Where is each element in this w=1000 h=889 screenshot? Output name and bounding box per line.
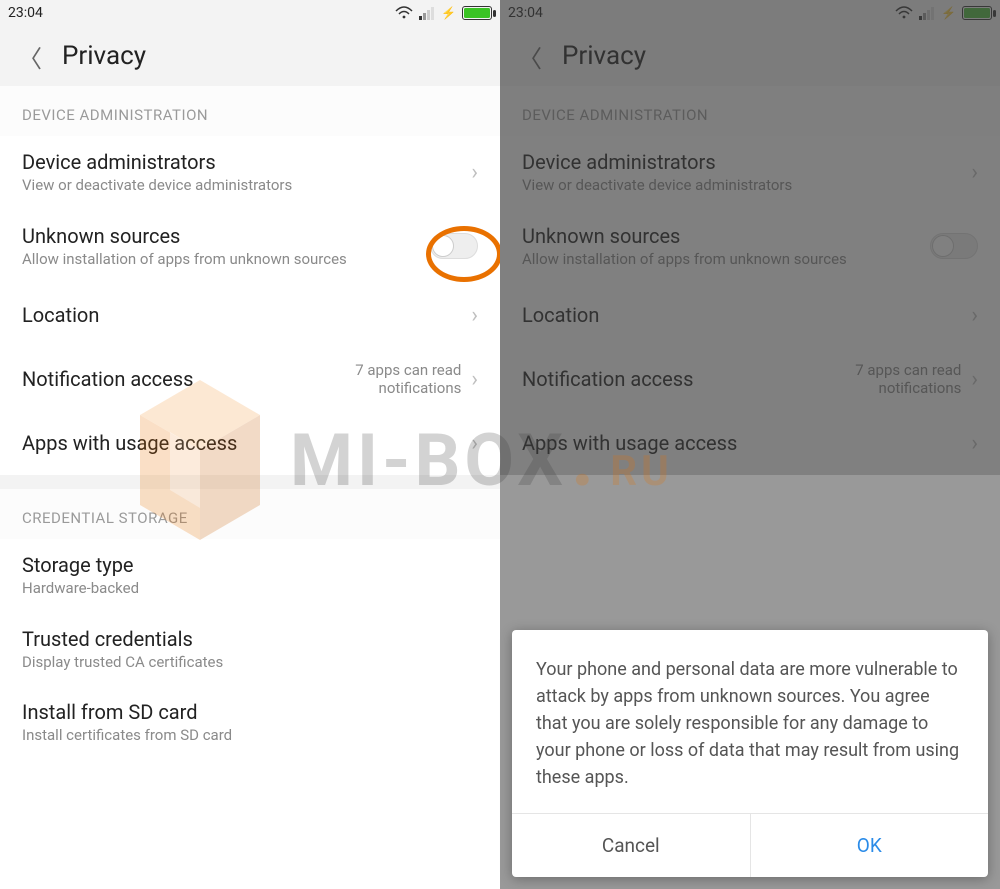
status-icons: ⚡ [395, 6, 492, 20]
unknown-sources-toggle[interactable] [430, 233, 478, 259]
row-subtitle: View or deactivate device administrators [22, 176, 471, 196]
row-title: Notification access [22, 367, 301, 391]
charging-icon: ⚡ [441, 6, 456, 20]
signal-icon [419, 6, 435, 20]
row-unknown-sources[interactable]: Unknown sources Allow installation of ap… [0, 210, 500, 284]
status-bar: 23:04 ⚡ [0, 0, 500, 26]
status-time: 23:04 [8, 5, 43, 21]
chevron-right-icon: › [471, 303, 478, 328]
row-subtitle: Allow installation of apps from unknown … [22, 250, 430, 270]
section-device-admin: DEVICE ADMINISTRATION [0, 86, 500, 136]
row-install-from-sd[interactable]: Install from SD card Install certificate… [0, 686, 500, 760]
row-title: Install from SD card [22, 700, 478, 724]
page-title: Privacy [62, 41, 146, 71]
title-bar: 〈 Privacy [0, 26, 500, 86]
wifi-icon [395, 6, 413, 20]
cancel-button[interactable]: Cancel [512, 814, 751, 877]
row-value: 7 apps can read notifications [301, 361, 461, 397]
back-button[interactable]: 〈 [18, 39, 42, 74]
phone-left: 23:04 ⚡ 〈 Privacy DEVICE ADMINISTRATION … [0, 0, 500, 889]
row-storage-type[interactable]: Storage type Hardware-backed [0, 539, 500, 613]
row-title: Storage type [22, 553, 478, 577]
row-device-administrators[interactable]: Device administrators View or deactivate… [0, 136, 500, 210]
row-trusted-credentials[interactable]: Trusted credentials Display trusted CA c… [0, 613, 500, 687]
section-credential-storage: CREDENTIAL STORAGE [0, 489, 500, 539]
row-title: Device administrators [22, 150, 471, 174]
row-title: Apps with usage access [22, 431, 471, 455]
row-title: Trusted credentials [22, 627, 478, 651]
section-divider [0, 475, 500, 489]
row-location[interactable]: Location › [0, 283, 500, 347]
row-apps-usage-access[interactable]: Apps with usage access › [0, 411, 500, 475]
confirm-dialog: Your phone and personal data are more vu… [512, 630, 988, 877]
chevron-right-icon: › [471, 431, 478, 456]
row-title: Location [22, 303, 471, 327]
row-title: Unknown sources [22, 224, 430, 248]
battery-icon [462, 6, 492, 20]
row-subtitle: Display trusted CA certificates [22, 653, 478, 673]
chevron-right-icon: › [471, 367, 478, 392]
row-subtitle: Install certificates from SD card [22, 726, 478, 746]
ok-button[interactable]: OK [751, 814, 989, 877]
phone-right: 23:04 ⚡ 〈 Privacy DEVICE ADMINISTRATION … [500, 0, 1000, 889]
row-subtitle: Hardware-backed [22, 579, 478, 599]
row-notification-access[interactable]: Notification access 7 apps can read noti… [0, 347, 500, 411]
dialog-message: Your phone and personal data are more vu… [512, 630, 988, 813]
chevron-right-icon: › [471, 160, 478, 185]
